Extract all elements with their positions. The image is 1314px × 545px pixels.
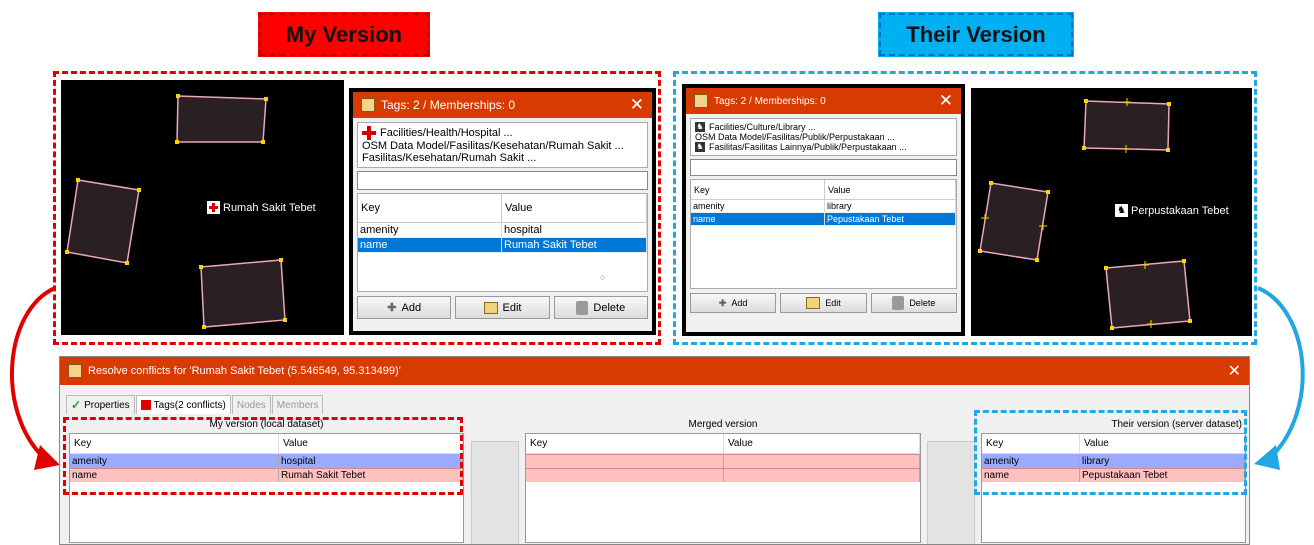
my-table-highlight xyxy=(63,417,463,495)
preset-item[interactable]: Facilities/Health/Hospital ... xyxy=(362,126,643,140)
merged-version-table: Key Value xyxy=(525,433,921,543)
col-key[interactable]: Key xyxy=(526,434,724,453)
preset-item[interactable]: ♞ Fasilitas/Fasilitas Lainnya/Publik/Perp… xyxy=(695,142,952,152)
add-button[interactable]: ✚ Add xyxy=(357,296,452,319)
their-tag-table: Key Value amenity library name Pepustaka… xyxy=(690,179,957,289)
check-icon: ✓ xyxy=(71,398,82,412)
my-tag-table: Key Value amenity hospital name Rumah Sa… xyxy=(357,193,648,292)
library-icon: ♞ xyxy=(1115,204,1128,217)
josm-icon xyxy=(694,94,708,108)
add-icon: ✚ xyxy=(718,297,727,308)
edit-button[interactable]: Edit xyxy=(780,293,867,313)
hospital-icon xyxy=(207,201,220,214)
my-preset-list: Facilities/Health/Hospital ... OSM Data … xyxy=(357,122,648,168)
col-key[interactable]: Key xyxy=(358,194,502,222)
col-value[interactable]: Value xyxy=(724,434,920,453)
my-map-view[interactable]: Rumah Sakit Tebet xyxy=(61,80,344,335)
preset-item[interactable]: OSM Data Model/Fasilitas/Kesehatan/Rumah… xyxy=(362,140,643,152)
edit-icon xyxy=(806,297,821,309)
delete-button[interactable]: Delete xyxy=(553,296,648,319)
their-map-poi-label: Perpustakaan Tebet xyxy=(1131,204,1229,217)
delete-button[interactable]: Delete xyxy=(870,293,957,313)
merged-version-caption: Merged version xyxy=(688,419,758,430)
library-icon: ♞ xyxy=(695,122,705,132)
their-dialog-titlebar: Tags: 2 / Memberships: 0 ✕ xyxy=(686,88,961,114)
col-value[interactable]: Value xyxy=(502,194,647,222)
their-map-poi[interactable]: ♞ Perpustakaan Tebet xyxy=(1115,204,1229,217)
edit-icon xyxy=(483,301,498,314)
preset-item[interactable]: OSM Data Model/Fasilitas/Publik/Perpusta… xyxy=(695,132,952,142)
their-tags-dialog: Tags: 2 / Memberships: 0 ✕ ♞ Facilities/C… xyxy=(682,84,965,336)
table-row[interactable]: amenity hospital xyxy=(358,223,647,238)
their-map-view[interactable]: ♞ Perpustakaan Tebet xyxy=(971,88,1252,336)
resolve-conflicts-window: Resolve conflicts for 'Rumah Sakit Tebet… xyxy=(59,356,1250,545)
table-row[interactable] xyxy=(526,454,920,468)
table-row-selected[interactable]: name Pepustakaan Tebet xyxy=(691,213,956,226)
josm-icon xyxy=(361,98,375,112)
keep-mine-button[interactable] xyxy=(471,441,519,544)
edit-button[interactable]: Edit xyxy=(455,296,550,319)
col-value[interactable]: Value xyxy=(825,180,956,199)
resize-handle-icon: ○ xyxy=(600,272,606,282)
their-table-highlight xyxy=(974,410,1247,495)
my-tags-dialog: Tags: 2 / Memberships: 0 ✕ Facilities/He… xyxy=(349,88,656,335)
my-map-poi-label: Rumah Sakit Tebet xyxy=(223,201,316,214)
add-button[interactable]: ✚ Add xyxy=(690,293,777,313)
my-version-banner: My Version xyxy=(258,12,430,57)
their-dialog-title: Tags: 2 / Memberships: 0 xyxy=(714,95,826,107)
my-dialog-titlebar: Tags: 2 / Memberships: 0 ✕ xyxy=(353,92,652,118)
my-dialog-title: Tags: 2 / Memberships: 0 xyxy=(381,98,516,112)
their-search-input[interactable] xyxy=(690,159,957,176)
tab-nodes[interactable]: Nodes xyxy=(231,395,271,414)
library-icon: ♞ xyxy=(695,142,705,152)
tab-members[interactable]: Members xyxy=(271,395,324,414)
conflict-tabs: ✓ Properties Tags(2 conflicts) Nodes Memb… xyxy=(66,395,324,414)
conflict-icon xyxy=(140,400,151,410)
add-icon: ✚ xyxy=(387,302,397,314)
preset-item[interactable]: ♞ Facilities/Culture/Library ... xyxy=(695,122,952,132)
my-search-input[interactable] xyxy=(357,171,648,190)
tab-tags[interactable]: Tags(2 conflicts) xyxy=(135,395,231,414)
blue-curved-arrow-icon xyxy=(1254,286,1305,470)
their-version-banner: Their Version xyxy=(878,12,1074,57)
close-icon[interactable]: ✕ xyxy=(1228,361,1241,381)
hospital-icon xyxy=(362,126,376,140)
resolve-titlebar: Resolve conflicts for 'Rumah Sakit Tebet… xyxy=(60,357,1249,385)
tab-properties[interactable]: ✓ Properties xyxy=(66,395,135,414)
table-row[interactable]: amenity library xyxy=(691,200,956,213)
close-icon[interactable]: ✕ xyxy=(630,95,644,115)
col-key[interactable]: Key xyxy=(691,180,825,199)
keep-theirs-button[interactable] xyxy=(927,441,975,544)
table-row-selected[interactable]: name Rumah Sakit Tebet xyxy=(358,238,647,253)
merged-version-pane: Merged version Key Value xyxy=(525,417,921,543)
close-icon[interactable]: ✕ xyxy=(939,91,953,111)
delete-icon xyxy=(892,296,905,310)
preset-item[interactable]: Fasilitas/Kesehatan/Rumah Sakit ... xyxy=(362,152,643,164)
their-preset-list: ♞ Facilities/Culture/Library ... OSM Data… xyxy=(690,118,957,156)
josm-icon xyxy=(68,364,82,378)
my-map-poi[interactable]: Rumah Sakit Tebet xyxy=(207,201,316,214)
table-row[interactable] xyxy=(526,468,920,482)
delete-icon xyxy=(576,300,589,315)
resolve-title: Resolve conflicts for 'Rumah Sakit Tebet… xyxy=(88,365,401,377)
